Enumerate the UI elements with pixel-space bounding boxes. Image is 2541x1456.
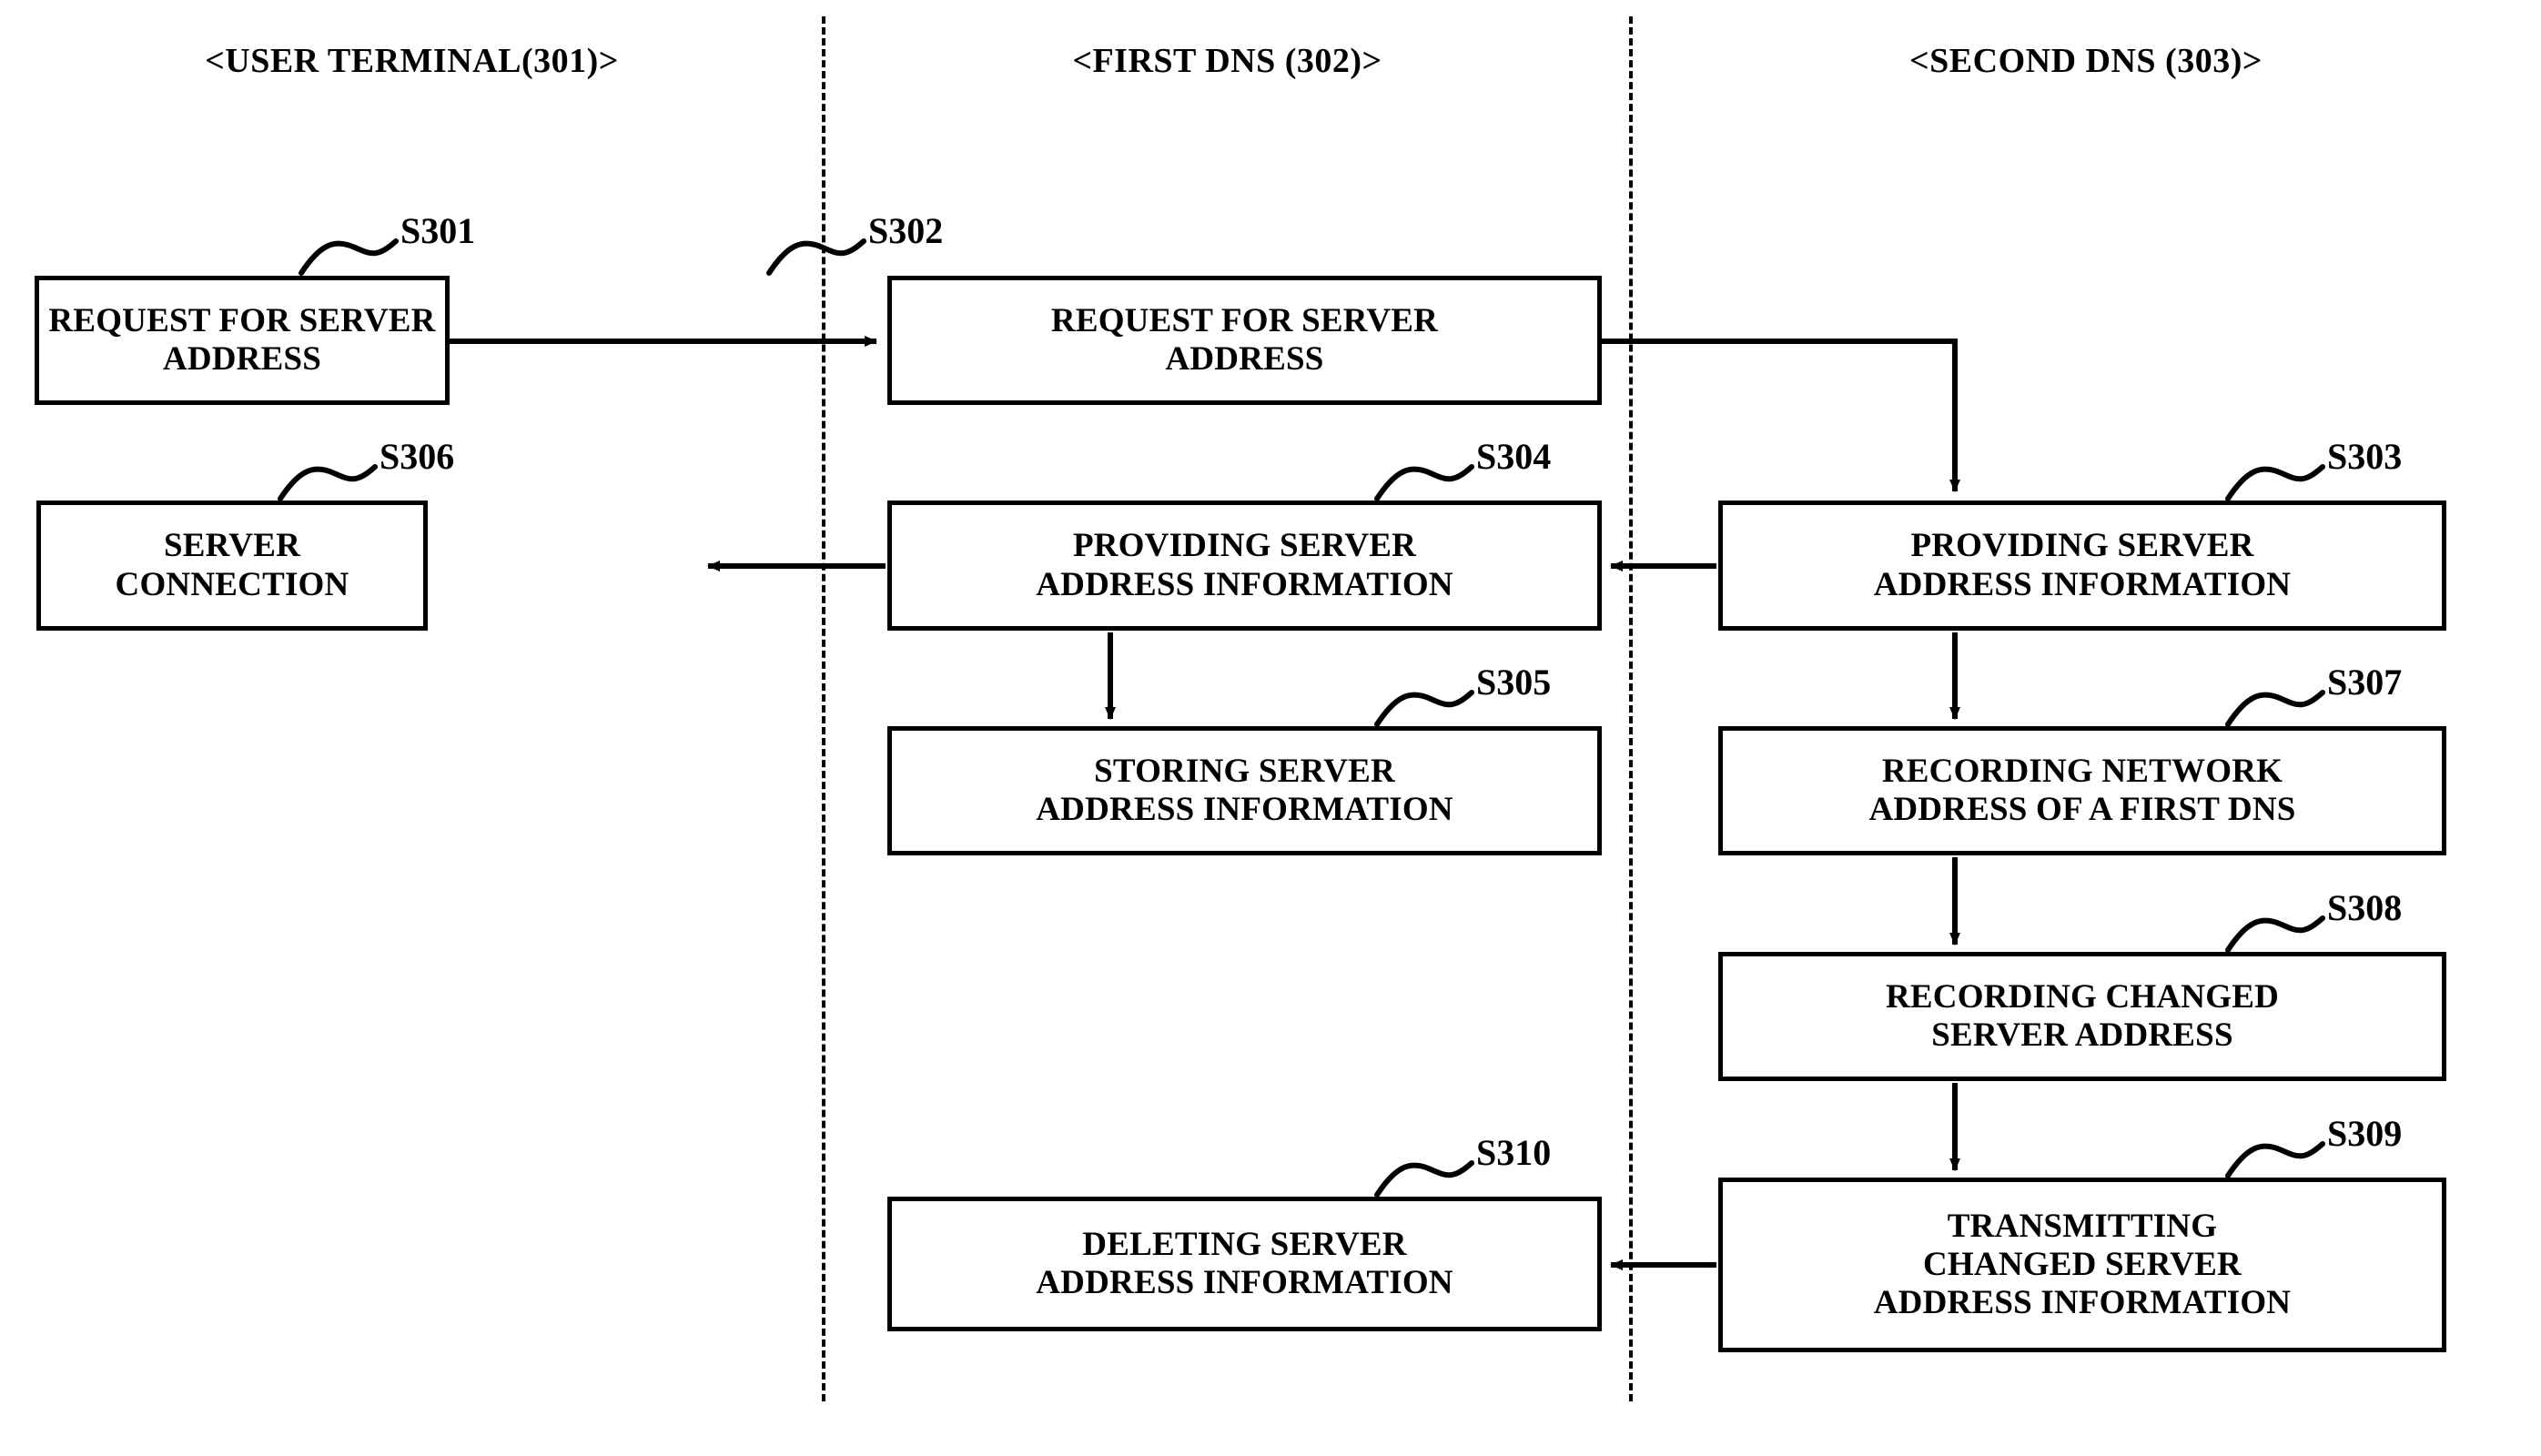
leader-s304 (1374, 464, 1474, 501)
step-ref-s310: S310 (1476, 1132, 1552, 1173)
process-box-s307[interactable]: RECORDING NETWORK ADDRESS OF A FIRST DNS (1718, 726, 2446, 855)
step-ref-s301: S301 (400, 210, 476, 251)
leader-s301 (299, 238, 399, 276)
patent-figure-canvas: <USER TERMINAL(301)> <FIRST DNS (302)> <… (0, 0, 2541, 1456)
lane-header-first-dns: <FIRST DNS (302)> (1072, 42, 1382, 80)
process-box-s306[interactable]: SERVER CONNECTION (36, 500, 428, 631)
leader-s307 (2225, 690, 2325, 727)
step-ref-s308: S308 (2327, 887, 2403, 928)
lane-header-user-terminal: <USER TERMINAL(301)> (205, 42, 619, 80)
lane-divider-left (822, 16, 825, 1401)
lane-header-second-dns: <SECOND DNS (303)> (1909, 42, 2263, 80)
leader-s308 (2225, 915, 2325, 953)
process-box-s304[interactable]: PROVIDING SERVER ADDRESS INFORMATION (887, 500, 1602, 631)
leader-s302 (766, 238, 866, 276)
step-ref-s305: S305 (1476, 662, 1552, 703)
process-box-s308[interactable]: RECORDING CHANGED SERVER ADDRESS (1718, 952, 2446, 1081)
step-ref-s302: S302 (868, 210, 944, 251)
process-box-s309[interactable]: TRANSMITTING CHANGED SERVER ADDRESS INFO… (1718, 1178, 2446, 1352)
process-box-s302[interactable]: REQUEST FOR SERVER ADDRESS (887, 276, 1602, 405)
step-ref-s304: S304 (1476, 436, 1552, 477)
leader-s310 (1374, 1160, 1474, 1198)
leader-s303 (2225, 464, 2325, 501)
process-box-s303[interactable]: PROVIDING SERVER ADDRESS INFORMATION (1718, 500, 2446, 631)
leader-s305 (1374, 690, 1474, 727)
leader-s306 (278, 464, 378, 501)
process-box-s301[interactable]: REQUEST FOR SERVER ADDRESS (35, 276, 450, 405)
process-box-s305[interactable]: STORING SERVER ADDRESS INFORMATION (887, 726, 1602, 855)
step-ref-s303: S303 (2327, 436, 2403, 477)
step-ref-s306: S306 (380, 436, 455, 477)
step-ref-s309: S309 (2327, 1113, 2403, 1154)
leader-s309 (2225, 1141, 2325, 1178)
lane-divider-right (1629, 16, 1633, 1401)
process-box-s310[interactable]: DELETING SERVER ADDRESS INFORMATION (887, 1197, 1602, 1331)
flow-s302-to-s303 (1600, 339, 1960, 492)
step-ref-s307: S307 (2327, 662, 2403, 703)
